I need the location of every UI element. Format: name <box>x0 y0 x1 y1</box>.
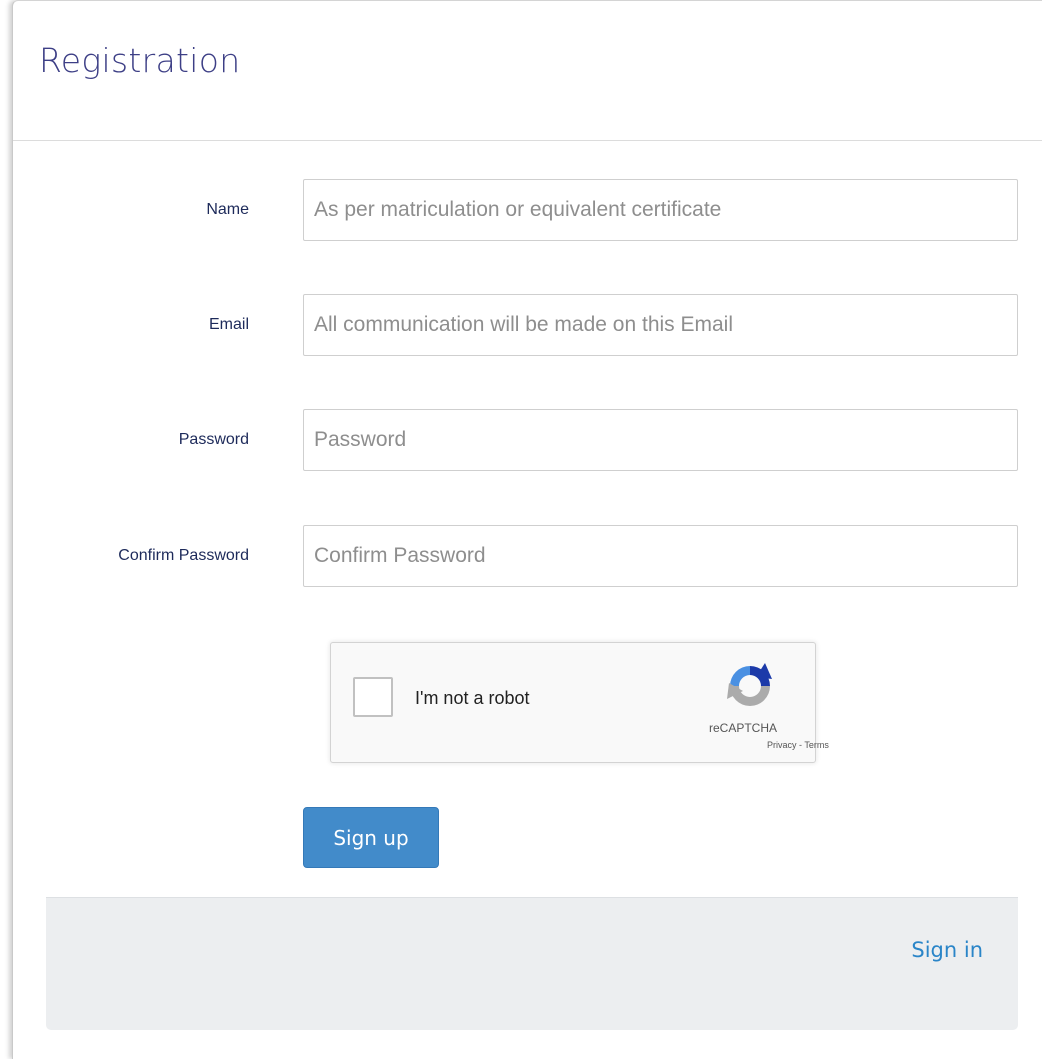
recaptcha-checkbox[interactable] <box>353 677 393 717</box>
password-input[interactable] <box>303 409 1018 471</box>
form-row-password: Password <box>13 409 1042 471</box>
recaptcha-links: Privacy - Terms <box>767 740 829 750</box>
page-title: Registration <box>39 41 241 80</box>
name-label: Name <box>206 201 249 218</box>
sign-up-button[interactable]: Sign up <box>303 807 439 868</box>
recaptcha-label: I'm not a robot <box>415 688 530 708</box>
recaptcha-terms-link[interactable]: Terms <box>804 740 829 750</box>
recaptcha-logo-icon <box>727 663 772 706</box>
form-row-email: Email <box>13 294 1042 356</box>
recaptcha-privacy-link[interactable]: Privacy <box>767 740 797 750</box>
form-row-confirm-password: Confirm Password <box>13 525 1042 587</box>
email-label: Email <box>208 316 249 333</box>
recaptcha-brand: reCAPTCHA <box>709 721 778 735</box>
name-input[interactable] <box>303 179 1018 241</box>
panel-footer: Sign in <box>46 897 1018 1030</box>
password-label: Password <box>178 431 249 448</box>
confirm-password-label: Confirm Password <box>118 547 249 564</box>
recaptcha-widget: I'm not a robot reCAPTCHA Privacy - Term… <box>330 642 829 763</box>
confirm-password-input[interactable] <box>303 525 1018 587</box>
email-input[interactable] <box>303 294 1018 356</box>
sign-in-link[interactable]: Sign in <box>911 938 983 962</box>
registration-panel: Registration Name Email Password Confirm… <box>12 0 1042 1059</box>
panel-header: Registration <box>13 1 1042 141</box>
form-row-name: Name <box>13 179 1042 241</box>
